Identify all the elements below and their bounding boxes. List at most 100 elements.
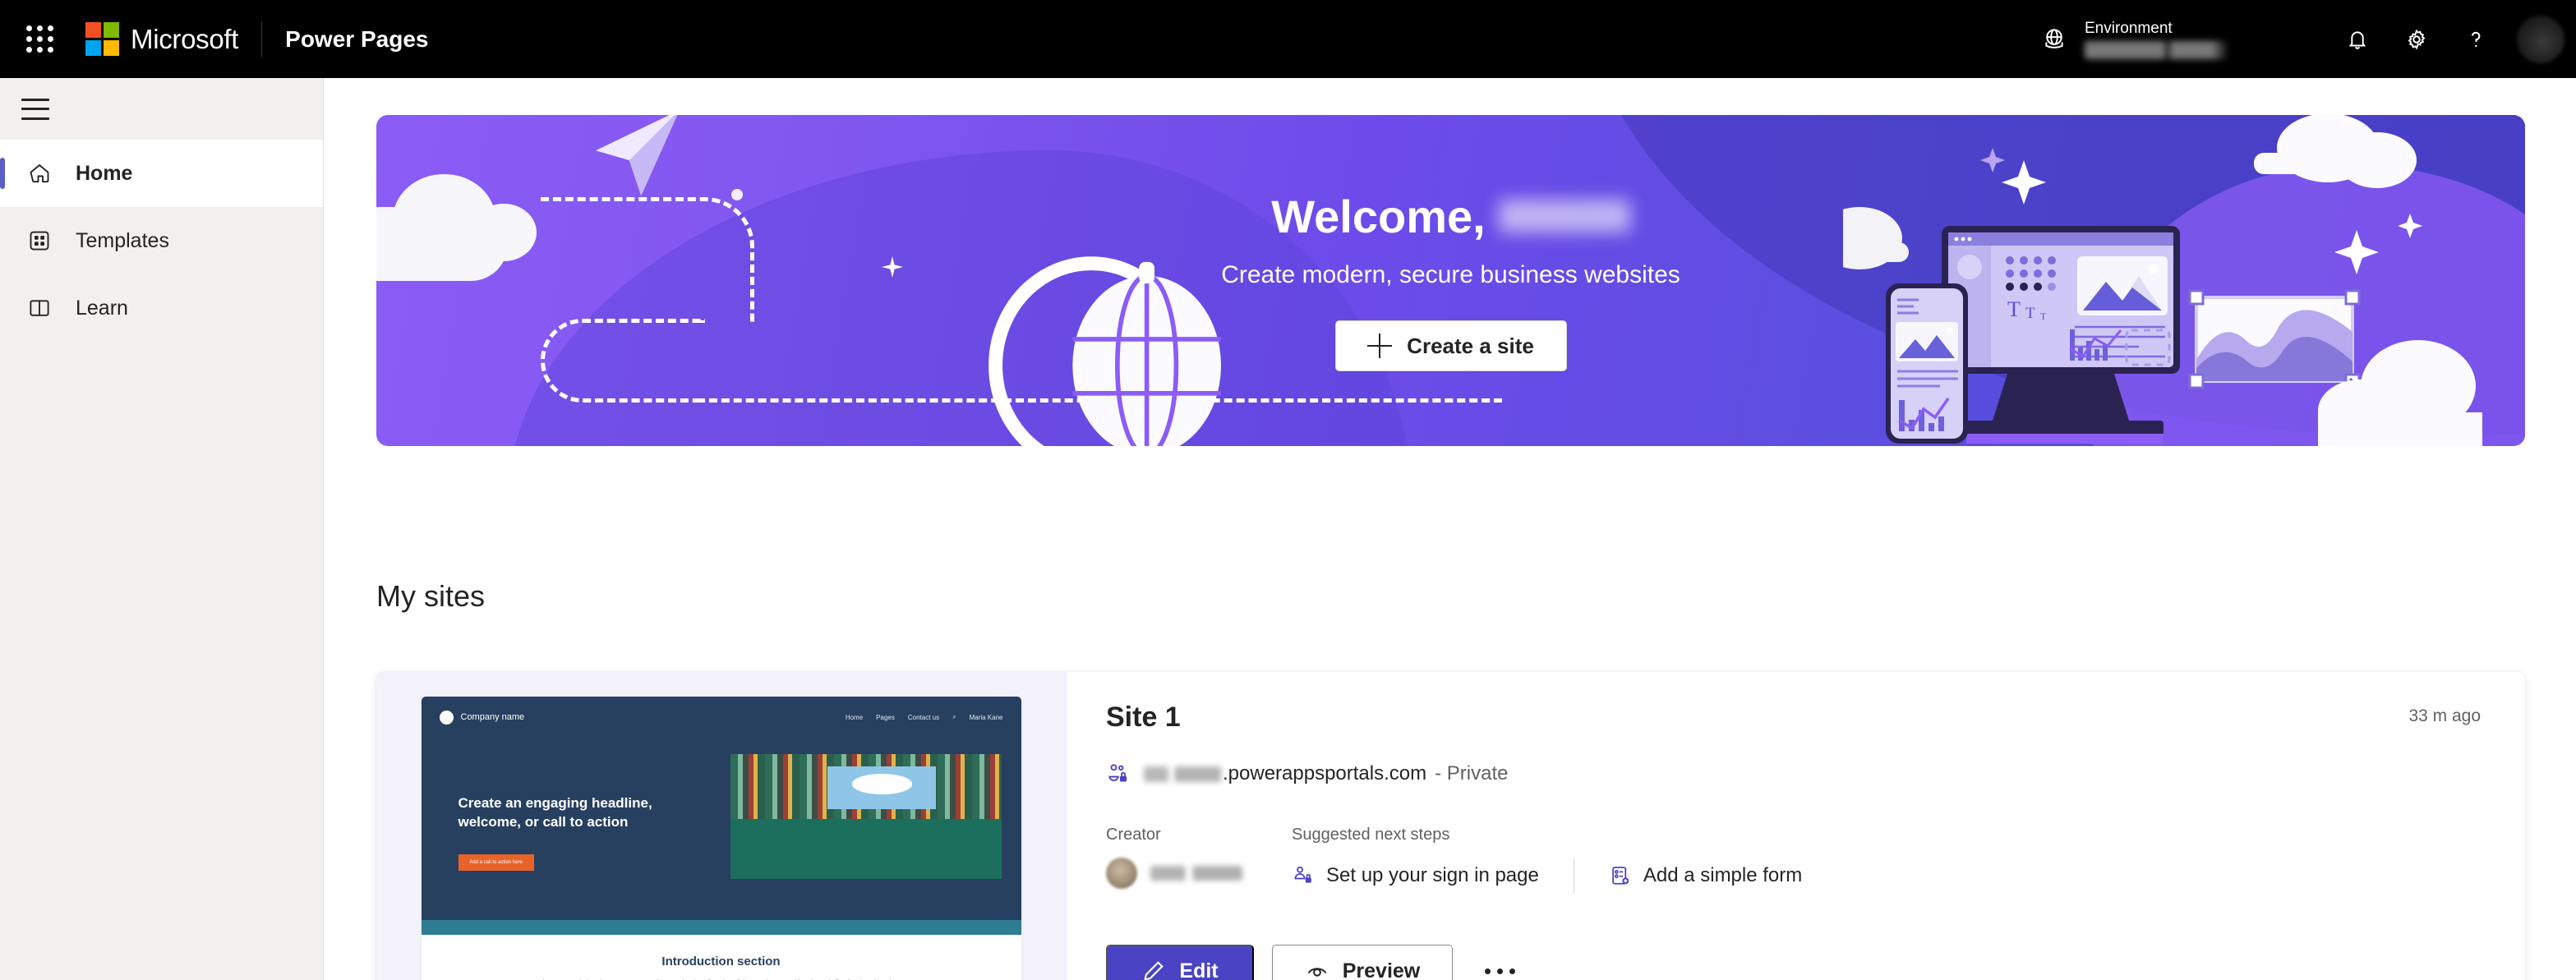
step-label: Add a simple form (1643, 864, 1803, 886)
microsoft-wordmark: Microsoft (131, 23, 239, 54)
environment-label: Environment (2085, 20, 2173, 37)
thumbnail-body: Introduction section Create a short para… (421, 935, 1021, 980)
site-visibility: - Private (1435, 762, 1509, 784)
creator-column: Creator (1106, 826, 1292, 894)
microsoft-logo-link[interactable]: Microsoft (85, 22, 238, 56)
grid-squares-icon (23, 228, 56, 253)
thumbnail-intro-body: Create a short paragraph that shows your… (471, 977, 972, 980)
svg-text:T: T (2007, 297, 2021, 321)
thumbnail-navbar: Company name Home Pages Contact us ⌕ Mar… (422, 697, 1021, 738)
form-add-icon (1612, 867, 1629, 885)
sidebar-item-label: Home (76, 161, 133, 185)
user-name-redacted (1498, 200, 1630, 232)
sidebar-item-label: Learn (76, 296, 128, 320)
plus-icon (1367, 334, 1393, 358)
site-name: Site 1 (1106, 702, 1181, 733)
ellipsis-icon (1509, 968, 1515, 974)
creator-name-redacted (1150, 866, 1242, 881)
eye-icon (1307, 968, 1327, 977)
step-label: Set up your sign in page (1326, 864, 1539, 886)
thumbnail-cta-button: Add a call to action here (458, 854, 534, 871)
preview-label: Preview (1342, 959, 1421, 980)
waffle-icon (25, 25, 53, 53)
ellipsis-icon (1484, 968, 1491, 974)
creator-avatar (1106, 858, 1137, 889)
suggested-steps-row: Set up your sign in page Add a simple fo… (1292, 858, 2486, 894)
welcome-banner: Welcome, Create modern, secure business … (376, 115, 2525, 446)
header-right-cluster: Environment (2040, 0, 2576, 78)
thumbnail-logo-icon (439, 710, 454, 725)
book-icon (23, 296, 56, 320)
welcome-subtitle: Create modern, secure business websites (1221, 261, 1680, 288)
search-icon: ⌕ (952, 713, 956, 720)
suggested-steps-label: Suggested next steps (1292, 826, 1450, 844)
page-title: My sites (376, 579, 486, 613)
svg-text:T: T (2025, 305, 2035, 322)
home-icon (23, 161, 56, 186)
site-card: Company name Home Pages Contact us ⌕ Mar… (376, 672, 2525, 980)
site-info-pane: Site 1 33 m ago .powerappsportals.com - … (1067, 672, 2525, 980)
bell-icon (2348, 30, 2366, 49)
add-a-simple-form-link[interactable]: Add a simple form (1609, 864, 1802, 887)
sidebar-item-templates[interactable]: Templates (0, 207, 323, 274)
sidebar-item-learn[interactable]: Learn (0, 274, 323, 342)
thumbnail-nav-links: Home Pages Contact us ⌕ Maria Kane (846, 713, 1003, 721)
thumbnail-nav-user: Maria Kane (969, 713, 1003, 721)
environment-value-redacted (2085, 41, 2229, 59)
thumbnail-hero-image (730, 754, 1002, 879)
sidebar-item-home[interactable]: Home (0, 140, 323, 207)
devices-illustration: T T T (1843, 115, 2482, 446)
set-up-sign-in-page-link[interactable]: Set up your sign in page (1292, 864, 1539, 887)
thumbnail-nav-contact: Contact us (907, 713, 940, 721)
create-site-label: Create a site (1407, 333, 1534, 358)
people-lock-icon (1108, 764, 1127, 782)
thumbnail-nav-home: Home (845, 713, 864, 721)
globe-icon (2045, 28, 2063, 48)
nav-collapse-button[interactable] (0, 78, 323, 140)
edit-label: Edit (1179, 959, 1219, 980)
more-options-button[interactable] (1471, 945, 1528, 980)
creator-row (1106, 858, 1292, 889)
app-launcher-button[interactable] (0, 0, 79, 78)
thumbnail-intro-heading: Introduction section (661, 955, 781, 968)
main-content: Welcome, Create modern, secure business … (325, 78, 2576, 980)
help-button[interactable] (2446, 0, 2505, 78)
thumbnail-brand: Company name (460, 712, 525, 722)
preview-button[interactable]: Preview (1272, 945, 1453, 980)
thumbnail-accent-bar (421, 920, 1021, 935)
svg-text:T: T (2040, 311, 2047, 322)
site-modified-time: 33 m ago (2408, 706, 2481, 725)
notifications-button[interactable] (2328, 0, 2387, 78)
hamburger-icon (21, 98, 49, 120)
edit-button[interactable]: Edit (1106, 945, 1254, 980)
site-url-prefix-redacted (1144, 766, 1221, 782)
suite-header-bar: Microsoft Power Pages Environment (0, 0, 2576, 78)
microsoft-logo-icon (85, 22, 119, 56)
site-url-domain: .powerappsportals.com (1223, 762, 1427, 784)
create-a-site-button[interactable]: Create a site (1334, 320, 1567, 371)
site-thumbnail-pane[interactable]: Company name Home Pages Contact us ⌕ Mar… (376, 672, 1067, 980)
person-lock-icon (1294, 866, 1311, 883)
user-avatar (2517, 15, 2564, 63)
left-navigation: Home Templates Learn (0, 78, 324, 980)
pencil-icon (1144, 961, 1164, 980)
account-button[interactable] (2505, 0, 2576, 78)
site-url-row: .powerappsportals.com - Private (1106, 761, 2486, 786)
app-title[interactable]: Power Pages (285, 26, 428, 53)
thumbnail-headline: Create an engaging headline, welcome, or… (458, 795, 652, 830)
environment-picker[interactable]: Environment (2040, 19, 2229, 59)
thumbnail-nav-pages: Pages (876, 713, 895, 721)
site-thumbnail-preview: Company name Home Pages Contact us ⌕ Mar… (421, 697, 1021, 980)
thumbnail-image-cloud (852, 774, 912, 794)
creator-label: Creator (1106, 826, 1161, 844)
question-mark-icon (2471, 31, 2481, 47)
sidebar-item-label: Templates (76, 228, 169, 252)
site-meta-row: Creator Suggested next steps Set up your… (1106, 826, 2486, 894)
header-divider (261, 21, 263, 58)
site-action-buttons: Edit Preview (1106, 945, 1528, 980)
gear-icon (2408, 29, 2426, 49)
settings-button[interactable] (2387, 0, 2446, 78)
welcome-greeting: Welcome, (1271, 191, 1486, 242)
suggested-steps-column: Suggested next steps Set up your sign in… (1292, 826, 2486, 894)
ellipsis-icon (1496, 968, 1503, 974)
